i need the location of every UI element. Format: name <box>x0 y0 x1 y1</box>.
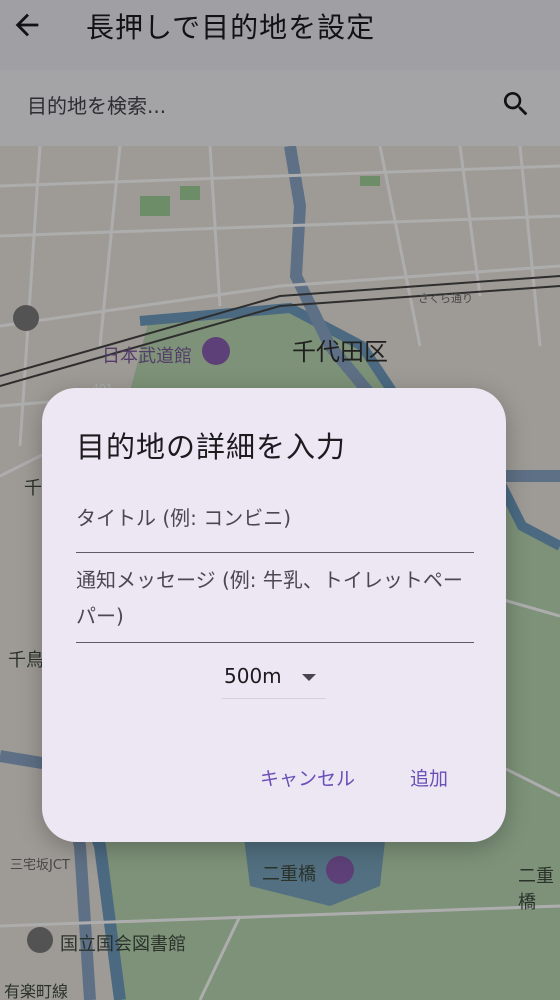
destination-dialog: 目的地の詳細を入力 タイトル (例: コンビニ) 通知メッセージ (例: 牛乳、… <box>42 388 506 842</box>
title-field[interactable]: タイトル (例: コンビニ) <box>76 500 474 553</box>
radius-value: 500m <box>224 664 282 688</box>
message-field-placeholder: 通知メッセージ (例: 牛乳、トイレットペーパー) <box>76 568 463 628</box>
title-field-placeholder: タイトル (例: コンビニ) <box>76 506 292 530</box>
dropdown-arrow-icon <box>302 674 316 681</box>
add-button[interactable]: 追加 <box>410 764 448 791</box>
message-field[interactable]: 通知メッセージ (例: 牛乳、トイレットペーパー) <box>76 562 474 643</box>
radius-dropdown[interactable]: 500m <box>222 660 326 699</box>
dialog-title: 目的地の詳細を入力 <box>76 430 347 464</box>
cancel-button[interactable]: キャンセル <box>260 764 355 791</box>
